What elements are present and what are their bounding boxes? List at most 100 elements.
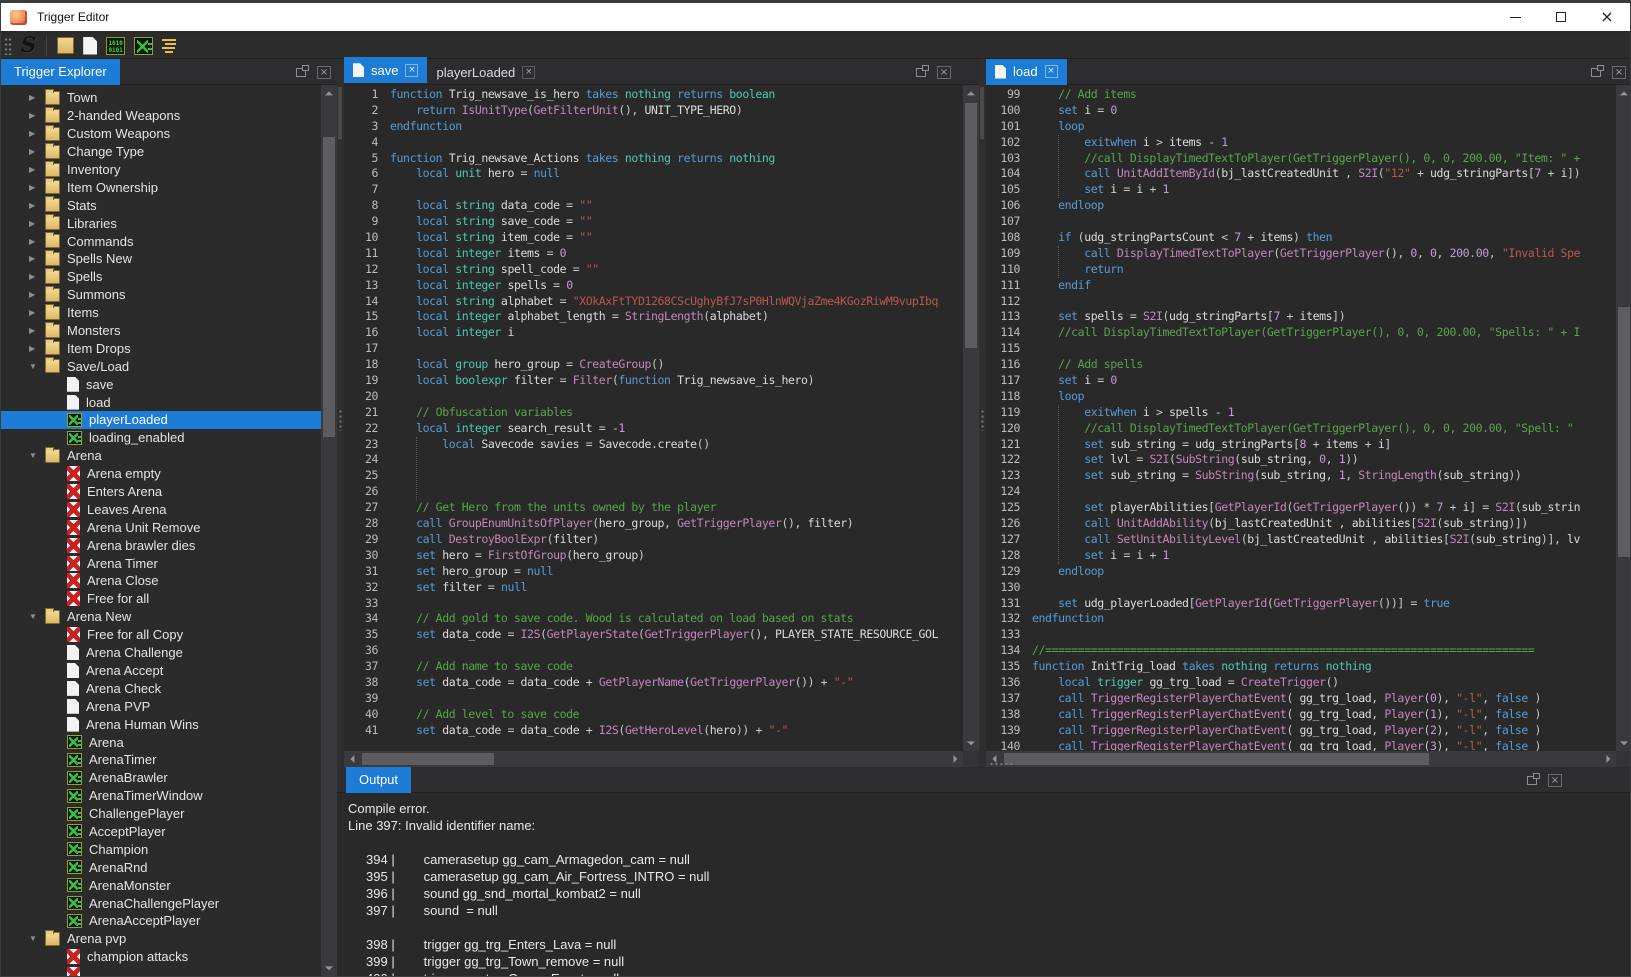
- expand-arrow-icon[interactable]: ▶: [29, 165, 45, 174]
- tree-item-load[interactable]: load: [1, 393, 321, 411]
- close-panel-icon[interactable]: ×: [1548, 774, 1562, 787]
- splitter-explorer-editor[interactable]: [337, 59, 344, 767]
- expand-arrow-icon[interactable]: ▶: [29, 147, 45, 156]
- output-tab[interactable]: Output: [346, 767, 411, 793]
- scroll-thumb[interactable]: [323, 137, 335, 437]
- tree-item-inventory[interactable]: ▶Inventory: [1, 161, 321, 179]
- tree-item-arena[interactable]: Arena: [1, 733, 321, 751]
- new-category-folder-icon[interactable]: [57, 37, 74, 54]
- load-horizontal-scrollbar[interactable]: [986, 751, 1616, 767]
- tree-item-free-for-all-copy[interactable]: Free for all Copy: [1, 626, 321, 644]
- tab-close-icon[interactable]: ×: [1045, 65, 1058, 78]
- tree-item-items[interactable]: ▶Items: [1, 304, 321, 322]
- tree-item-partial-item[interactable]: [1, 966, 321, 976]
- tree-item-arena-new[interactable]: ▼Arena New: [1, 608, 321, 626]
- toolbar-grip-icon[interactable]: [4, 37, 13, 55]
- tree-item-arena-challenge[interactable]: Arena Challenge: [1, 644, 321, 662]
- tree-item-summons[interactable]: ▶Summons: [1, 286, 321, 304]
- tree-item-custom-weapons[interactable]: ▶Custom Weapons: [1, 125, 321, 143]
- tree-item-save-load[interactable]: ▼Save/Load: [1, 357, 321, 375]
- close-button[interactable]: ×: [1584, 3, 1630, 31]
- tree-item-commands[interactable]: ▶Commands: [1, 232, 321, 250]
- minimize-button[interactable]: [1492, 3, 1538, 31]
- collapse-arrow-icon[interactable]: ▼: [29, 612, 45, 621]
- expand-arrow-icon[interactable]: ▶: [29, 93, 45, 102]
- scroll-thumb[interactable]: [1004, 753, 1429, 765]
- tree-item-arena-empty[interactable]: Arena empty: [1, 465, 321, 483]
- tree-item-loading-enabled[interactable]: loading_enabled: [1, 429, 321, 447]
- collapse-arrow-icon[interactable]: ▼: [29, 934, 45, 943]
- expand-arrow-icon[interactable]: ▶: [29, 254, 45, 263]
- scroll-down-icon[interactable]: [321, 960, 337, 976]
- tree-item-arena-unit-remove[interactable]: Arena Unit Remove: [1, 518, 321, 536]
- tree-item-town[interactable]: ▶Town: [1, 89, 321, 107]
- tree-item-monsters[interactable]: ▶Monsters: [1, 322, 321, 340]
- float-panel-icon[interactable]: [1591, 68, 1601, 77]
- tree-item-arenatimerwindow[interactable]: ArenaTimerWindow: [1, 787, 321, 805]
- scroll-thumb[interactable]: [362, 753, 494, 765]
- tab-close-icon[interactable]: ×: [522, 66, 535, 79]
- tree-item-spells[interactable]: ▶Spells: [1, 268, 321, 286]
- custom-script-icon[interactable]: [134, 37, 153, 55]
- close-panel-icon[interactable]: ×: [317, 66, 331, 79]
- tree-item-arena-accept[interactable]: Arena Accept: [1, 662, 321, 680]
- load-vertical-scrollbar[interactable]: [1616, 85, 1631, 751]
- collapse-arrow-icon[interactable]: ▼: [29, 362, 45, 371]
- save-vertical-scrollbar[interactable]: [963, 85, 979, 751]
- expand-arrow-icon[interactable]: ▶: [29, 344, 45, 353]
- splitter-grip-icon[interactable]: [980, 409, 985, 431]
- tab-playerLoaded[interactable]: playerLoaded×: [427, 60, 544, 86]
- tree-item-challengeplayer[interactable]: ChallengePlayer: [1, 805, 321, 823]
- tree-item-arenaacceptplayer[interactable]: ArenaAcceptPlayer: [1, 912, 321, 930]
- explorer-vertical-scrollbar[interactable]: [321, 85, 337, 976]
- tree-item-arena-pvp[interactable]: Arena PVP: [1, 697, 321, 715]
- tree-item-free-for-all[interactable]: Free for all: [1, 590, 321, 608]
- code-area-save[interactable]: 1function Trig_newsave_is_hero takes not…: [344, 85, 963, 751]
- tree-item-save[interactable]: save: [1, 375, 321, 393]
- tree-item-arena-pvp[interactable]: ▼Arena pvp: [1, 930, 321, 948]
- scroll-up-icon[interactable]: [321, 85, 337, 101]
- expand-arrow-icon[interactable]: ▶: [29, 272, 45, 281]
- expand-arrow-icon[interactable]: ▶: [29, 237, 45, 246]
- float-panel-icon[interactable]: [1527, 776, 1537, 785]
- trigger-explorer-title-tab[interactable]: Trigger Explorer: [1, 59, 120, 85]
- tree-item-arenatimer[interactable]: ArenaTimer: [1, 751, 321, 769]
- tree-item-item-ownership[interactable]: ▶Item Ownership: [1, 178, 321, 196]
- collapse-arrow-icon[interactable]: ▼: [29, 451, 45, 460]
- code-area-load[interactable]: 99 // Add items100 set i = 0101 loop102 …: [986, 85, 1616, 751]
- tree-item-champion[interactable]: Champion: [1, 840, 321, 858]
- tree-item-libraries[interactable]: ▶Libraries: [1, 214, 321, 232]
- tree-item-change-type[interactable]: ▶Change Type: [1, 143, 321, 161]
- expand-arrow-icon[interactable]: ▶: [29, 129, 45, 138]
- scroll-down-icon[interactable]: [1616, 735, 1631, 751]
- tree-item-stats[interactable]: ▶Stats: [1, 196, 321, 214]
- tab-load[interactable]: load×: [986, 59, 1067, 85]
- script-s-icon[interactable]: S: [21, 32, 36, 57]
- float-panel-icon[interactable]: [916, 68, 926, 77]
- tree-item-arenamonster[interactable]: ArenaMonster: [1, 876, 321, 894]
- expand-arrow-icon[interactable]: ▶: [29, 183, 45, 192]
- scroll-right-icon[interactable]: [947, 751, 963, 767]
- float-panel-icon[interactable]: [296, 68, 306, 77]
- tree-item-item-drops[interactable]: ▶Item Drops: [1, 339, 321, 357]
- comment-lines-icon[interactable]: [162, 38, 179, 53]
- maximize-button[interactable]: [1538, 3, 1584, 31]
- tree-item-acceptplayer[interactable]: AcceptPlayer: [1, 823, 321, 841]
- expand-arrow-icon[interactable]: ▶: [29, 219, 45, 228]
- tree-item-arena-brawler-dies[interactable]: Arena brawler dies: [1, 536, 321, 554]
- tree-item-arena-human-wins[interactable]: Arena Human Wins: [1, 715, 321, 733]
- close-panel-icon[interactable]: ×: [937, 66, 951, 79]
- tree-item-enters-arena[interactable]: Enters Arena: [1, 483, 321, 501]
- splitter-grip-icon[interactable]: [338, 409, 343, 431]
- tree-item-arenachallengeplayer[interactable]: ArenaChallengePlayer: [1, 894, 321, 912]
- tree-item-leaves-arena[interactable]: Leaves Arena: [1, 500, 321, 518]
- tree-item-spells-new[interactable]: ▶Spells New: [1, 250, 321, 268]
- tree-item-arena-close[interactable]: Arena Close: [1, 572, 321, 590]
- splitter-editor-editor[interactable]: [979, 59, 986, 767]
- expand-arrow-icon[interactable]: ▶: [29, 201, 45, 210]
- tree-item-arenabrawler[interactable]: ArenaBrawler: [1, 769, 321, 787]
- tree-item-arena[interactable]: ▼Arena: [1, 447, 321, 465]
- output-splitter-grip-icon[interactable]: [989, 762, 1015, 766]
- scroll-down-icon[interactable]: [963, 735, 979, 751]
- tree-item-2-handed-weapons[interactable]: ▶2-handed Weapons: [1, 107, 321, 125]
